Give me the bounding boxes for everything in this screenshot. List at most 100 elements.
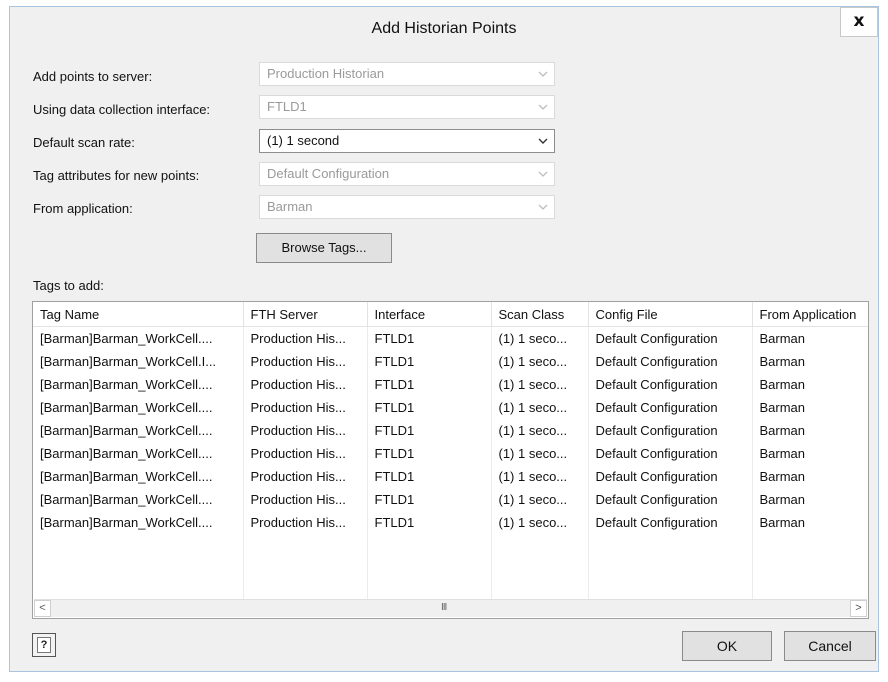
cell-config-file: Default Configuration [588,350,753,373]
cell-fth-server: Production His... [243,350,368,373]
scan-rate-label: Default scan rate: [33,135,135,150]
cell-tag-name: [Barman]Barman_WorkCell.... [33,488,244,511]
cell-config-file: Default Configuration [588,396,753,419]
table-row[interactable]: [Barman]Barman_WorkCell.... Production H… [33,442,868,465]
cell-config-file: Default Configuration [588,488,753,511]
table-row[interactable]: [Barman]Barman_WorkCell.I... Production … [33,350,868,373]
cell-interface: FTLD1 [367,350,492,373]
cell-fth-server: Production His... [243,326,368,350]
cell-tag-name: [Barman]Barman_WorkCell.... [33,373,244,396]
cell-scan-class: (1) 1 seco... [491,373,589,396]
cell-config-file: Default Configuration [588,419,753,442]
column-header-from-application[interactable]: From Application [752,302,868,327]
cell-fth-server: Production His... [243,465,368,488]
scroll-right-button[interactable]: > [850,600,867,617]
server-label: Add points to server: [33,69,153,84]
cell-tag-name: [Barman]Barman_WorkCell.... [33,465,244,488]
cell-fth-server: Production His... [243,396,368,419]
tag-attributes-select: Default Configuration [259,162,555,186]
cell-scan-class: (1) 1 seco... [491,488,589,511]
cell-from-application: Barman [752,419,868,442]
cell-scan-class: (1) 1 seco... [491,419,589,442]
table-header-row: Tag Name FTH Server Interface Scan Class… [33,302,868,327]
cell-interface: FTLD1 [367,511,492,534]
interface-select: FTLD1 [259,95,555,119]
cell-tag-name: [Barman]Barman_WorkCell.... [33,396,244,419]
cell-from-application: Barman [752,326,868,350]
cell-interface: FTLD1 [367,465,492,488]
tag-attributes-value: Default Configuration [267,166,390,181]
cell-config-file: Default Configuration [588,373,753,396]
scan-rate-value: (1) 1 second [267,133,340,148]
chevron-down-icon [538,204,548,210]
table-row[interactable]: [Barman]Barman_WorkCell.... Production H… [33,373,868,396]
cell-tag-name: [Barman]Barman_WorkCell.I... [33,350,244,373]
table-row[interactable]: [Barman]Barman_WorkCell.... Production H… [33,511,868,534]
table-row[interactable]: [Barman]Barman_WorkCell.... Production H… [33,419,868,442]
table-row[interactable]: [Barman]Barman_WorkCell.... Production H… [33,465,868,488]
scrollbar-grip-icon: III [441,602,447,613]
cell-tag-name: [Barman]Barman_WorkCell.... [33,511,244,534]
chevron-down-icon [538,71,548,77]
cell-scan-class: (1) 1 seco... [491,350,589,373]
column-header-scan-class[interactable]: Scan Class [491,302,589,327]
cell-interface: FTLD1 [367,326,492,350]
horizontal-scrollbar[interactable]: < III > [34,599,867,617]
chevron-down-icon [538,104,548,110]
cell-from-application: Barman [752,488,868,511]
ok-button[interactable]: OK [682,631,772,661]
tag-attributes-label: Tag attributes for new points: [33,168,200,183]
scroll-left-button[interactable]: < [34,600,51,617]
column-header-tag-name[interactable]: Tag Name [33,302,244,327]
cell-tag-name: [Barman]Barman_WorkCell.... [33,419,244,442]
cell-scan-class: (1) 1 seco... [491,396,589,419]
scan-rate-select[interactable]: (1) 1 second [259,129,555,153]
table-row[interactable]: [Barman]Barman_WorkCell.... Production H… [33,488,868,511]
tags-to-add-label: Tags to add: [33,278,104,293]
cell-config-file: Default Configuration [588,326,753,350]
dialog-window: Add Historian Points x Add points to ser… [9,6,879,672]
cell-from-application: Barman [752,465,868,488]
empty-row [33,534,868,557]
cell-config-file: Default Configuration [588,442,753,465]
column-header-interface[interactable]: Interface [367,302,492,327]
help-button[interactable]: ? [32,633,56,657]
application-label: From application: [33,201,133,216]
cell-from-application: Barman [752,350,868,373]
empty-row [33,557,868,580]
cell-tag-name: [Barman]Barman_WorkCell.... [33,326,244,350]
help-icon: ? [37,637,51,653]
table-row[interactable]: [Barman]Barman_WorkCell.... Production H… [33,396,868,419]
cell-fth-server: Production His... [243,511,368,534]
cell-from-application: Barman [752,373,868,396]
column-header-config-file[interactable]: Config File [588,302,753,327]
application-select: Barman [259,195,555,219]
cell-fth-server: Production His... [243,488,368,511]
cell-fth-server: Production His... [243,419,368,442]
interface-label: Using data collection interface: [33,102,211,117]
chevron-down-icon [538,171,548,177]
cell-scan-class: (1) 1 seco... [491,465,589,488]
cell-from-application: Barman [752,396,868,419]
interface-value: FTLD1 [267,99,307,114]
cell-interface: FTLD1 [367,419,492,442]
server-value: Production Historian [267,66,385,81]
title-bar: Add Historian Points x [10,7,878,47]
cell-interface: FTLD1 [367,396,492,419]
cancel-button[interactable]: Cancel [784,631,876,661]
close-button[interactable]: x [840,7,878,37]
cell-fth-server: Production His... [243,442,368,465]
scrollbar-thumb[interactable] [52,601,849,616]
tags-table[interactable]: Tag Name FTH Server Interface Scan Class… [32,301,869,619]
column-header-fth-server[interactable]: FTH Server [243,302,368,327]
cell-interface: FTLD1 [367,373,492,396]
server-select: Production Historian [259,62,555,86]
application-value: Barman [267,199,313,214]
table-row[interactable]: [Barman]Barman_WorkCell.... Production H… [33,326,868,350]
cell-interface: FTLD1 [367,488,492,511]
cell-config-file: Default Configuration [588,511,753,534]
browse-tags-button[interactable]: Browse Tags... [256,233,392,263]
chevron-down-icon [538,138,548,144]
cell-interface: FTLD1 [367,442,492,465]
close-icon: x [853,11,865,31]
